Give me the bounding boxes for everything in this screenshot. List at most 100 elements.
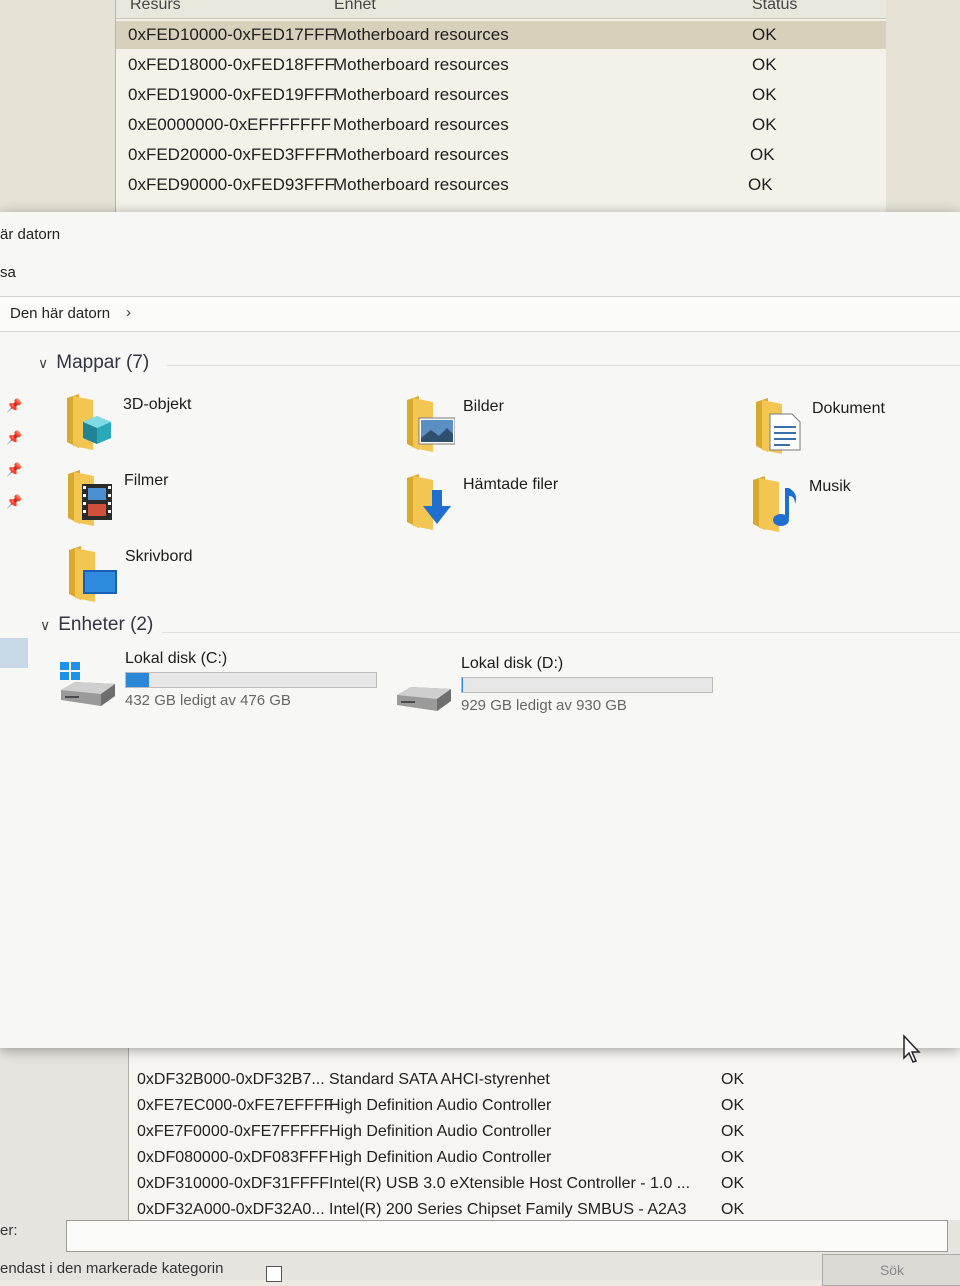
folder-name: Bilder — [463, 398, 504, 416]
cell-device: Motherboard resources — [333, 25, 509, 45]
resource-window-bottom: 0xDF32B000-0xDF32B7... Standard SATA AHC… — [0, 1040, 960, 1280]
folder-skrivbord[interactable]: Skrivbord — [65, 544, 305, 608]
folder-musik[interactable]: Musik — [749, 474, 960, 538]
folder-name: Skrivbord — [125, 548, 193, 566]
nav-pane-selected-item[interactable] — [0, 638, 28, 668]
table-row[interactable]: 0xFED90000-0xFED93FFF Motherboard resour… — [116, 171, 886, 199]
folder-3d-objekt[interactable]: 3D-objekt — [63, 392, 303, 456]
cell-resource: 0xFED19000-0xFED19FFF — [128, 85, 335, 105]
drive-usage-bar — [125, 672, 377, 688]
table-row[interactable]: 0xFE7EC000-0xFE7EFFFF High Definition Au… — [129, 1094, 960, 1120]
ribbon-tab[interactable]: sa — [0, 264, 16, 281]
pin-icon[interactable]: 📌 — [6, 462, 22, 478]
cell-device: High Definition Audio Controller — [329, 1149, 551, 1167]
drive-free-space: 929 GB ledigt av 930 GB — [461, 697, 627, 714]
cell-resource: 0xFE7F0000-0xFE7FFFFF — [137, 1123, 329, 1141]
cell-device: Intel(R) 200 Series Chipset Family SMBUS… — [329, 1201, 686, 1219]
pictures-folder-icon — [403, 394, 455, 452]
address-bar[interactable]: Den här datorn › — [0, 296, 960, 332]
window-title: är datorn — [0, 226, 60, 243]
cell-resource: 0xDF32B000-0xDF32B7... — [137, 1071, 325, 1089]
chevron-right-icon[interactable]: › — [126, 304, 131, 321]
cell-status: OK — [721, 1175, 744, 1193]
table-row[interactable]: 0xFED19000-0xFED19FFF Motherboard resour… — [116, 81, 886, 109]
search-label: er: — [0, 1222, 18, 1239]
pin-icon[interactable]: 📌 — [6, 430, 22, 446]
group-header-devices[interactable]: ∨ Enheter (2) — [40, 614, 153, 636]
cell-resource: 0xDF32A000-0xDF32A0... — [137, 1201, 325, 1219]
column-header-resurs[interactable]: Resurs — [130, 0, 181, 14]
group-header-folders[interactable]: ∨ Mappar (7) — [38, 352, 149, 374]
drive-free-space: 432 GB ledigt av 476 GB — [125, 692, 291, 709]
folder-bilder[interactable]: Bilder — [403, 394, 643, 458]
cell-status: OK — [721, 1071, 744, 1089]
videos-folder-icon — [64, 468, 116, 526]
cell-status: OK — [752, 85, 777, 105]
cell-resource: 0xDF080000-0xDF083FFF — [137, 1149, 328, 1167]
group-title: Enheter (2) — [58, 614, 153, 636]
group-divider — [166, 365, 960, 366]
drive-icon — [395, 665, 455, 711]
cell-device: High Definition Audio Controller — [329, 1097, 551, 1115]
cell-device: Motherboard resources — [333, 85, 509, 105]
folder-name: Musik — [809, 478, 851, 496]
resource-list-header: Resurs Enhet Status — [116, 0, 886, 19]
breadcrumb[interactable]: Den här datorn — [10, 305, 110, 322]
cell-status: OK — [721, 1123, 744, 1141]
desktop-folder-icon — [65, 544, 117, 602]
cell-status: OK — [721, 1097, 744, 1115]
downloads-folder-icon — [403, 472, 455, 530]
search-button[interactable]: Sök — [822, 1254, 960, 1286]
chevron-down-icon[interactable]: ∨ — [40, 617, 50, 634]
table-row[interactable]: 0xFED10000-0xFED17FFF Motherboard resour… — [116, 21, 886, 49]
cell-device: Standard SATA AHCI-styrenhet — [329, 1071, 550, 1089]
cell-resource: 0xE0000000-0xEFFFFFFF — [128, 115, 331, 135]
cell-resource: 0xFED10000-0xFED17FFF — [128, 25, 335, 45]
group-divider — [162, 632, 960, 633]
resource-list: Resurs Enhet Status 0xFED10000-0xFED17FF… — [115, 0, 886, 215]
cell-resource: 0xFED18000-0xFED18FFF — [128, 55, 335, 75]
folder-name: Filmer — [124, 472, 168, 490]
column-header-enhet[interactable]: Enhet — [334, 0, 376, 14]
folder-dokument[interactable]: Dokument — [752, 396, 960, 460]
3d-objects-folder-icon — [63, 392, 115, 450]
cell-device: Motherboard resources — [333, 175, 509, 195]
file-explorer-window: är datorn sa Den här datorn › 📌 📌 📌 📌 ∨ … — [0, 212, 960, 1048]
table-row[interactable]: 0xDF080000-0xDF083FFF High Definition Au… — [129, 1146, 960, 1172]
table-row[interactable]: 0xFED20000-0xFED3FFFF Motherboard resour… — [116, 141, 886, 169]
folder-hamtade-filer[interactable]: Hämtade filer — [403, 472, 643, 536]
drive-c[interactable]: Lokal disk (C:) 432 GB ledigt av 476 GB — [59, 650, 389, 714]
table-row[interactable]: 0xFED18000-0xFED18FFF Motherboard resour… — [116, 51, 886, 79]
cell-device: Motherboard resources — [333, 115, 509, 135]
resource-window-top: Resurs Enhet Status 0xFED10000-0xFED17FF… — [0, 0, 960, 215]
drive-d[interactable]: Lokal disk (D:) 929 GB ledigt av 930 GB — [395, 655, 725, 719]
cell-device: Motherboard resources — [333, 145, 509, 165]
search-input[interactable] — [66, 1220, 948, 1252]
mouse-cursor-icon — [902, 1034, 922, 1064]
cell-status: OK — [752, 25, 777, 45]
drive-name: Lokal disk (C:) — [125, 650, 227, 668]
only-selected-category-label: endast i den markerade kategorin — [0, 1260, 223, 1277]
folder-filmer[interactable]: Filmer — [64, 468, 304, 532]
table-row[interactable]: 0xFE7F0000-0xFE7FFFFF High Definition Au… — [129, 1120, 960, 1146]
cell-device: High Definition Audio Controller — [329, 1123, 551, 1141]
folder-name: Hämtade filer — [463, 476, 558, 494]
column-header-status[interactable]: Status — [752, 0, 797, 14]
cell-device: Motherboard resources — [333, 55, 509, 75]
drive-usage-bar — [461, 677, 713, 693]
cell-resource: 0xFED20000-0xFED3FFFF — [128, 145, 336, 165]
table-row[interactable]: 0xDF310000-0xDF31FFFF Intel(R) USB 3.0 e… — [129, 1172, 960, 1198]
pin-icon[interactable]: 📌 — [6, 398, 22, 414]
group-title: Mappar (7) — [56, 352, 149, 374]
drive-name: Lokal disk (D:) — [461, 655, 563, 673]
pin-icon[interactable]: 📌 — [6, 494, 22, 510]
music-folder-icon — [749, 474, 801, 532]
cell-status: OK — [752, 115, 777, 135]
cell-resource: 0xFE7EC000-0xFE7EFFFF — [137, 1097, 334, 1115]
chevron-down-icon[interactable]: ∨ — [38, 355, 48, 372]
folder-name: Dokument — [812, 400, 885, 418]
table-row[interactable]: 0xE0000000-0xEFFFFFFF Motherboard resour… — [116, 111, 886, 139]
cell-status: OK — [750, 145, 775, 165]
table-row[interactable]: 0xDF32B000-0xDF32B7... Standard SATA AHC… — [129, 1068, 960, 1094]
system-drive-icon — [59, 660, 119, 706]
